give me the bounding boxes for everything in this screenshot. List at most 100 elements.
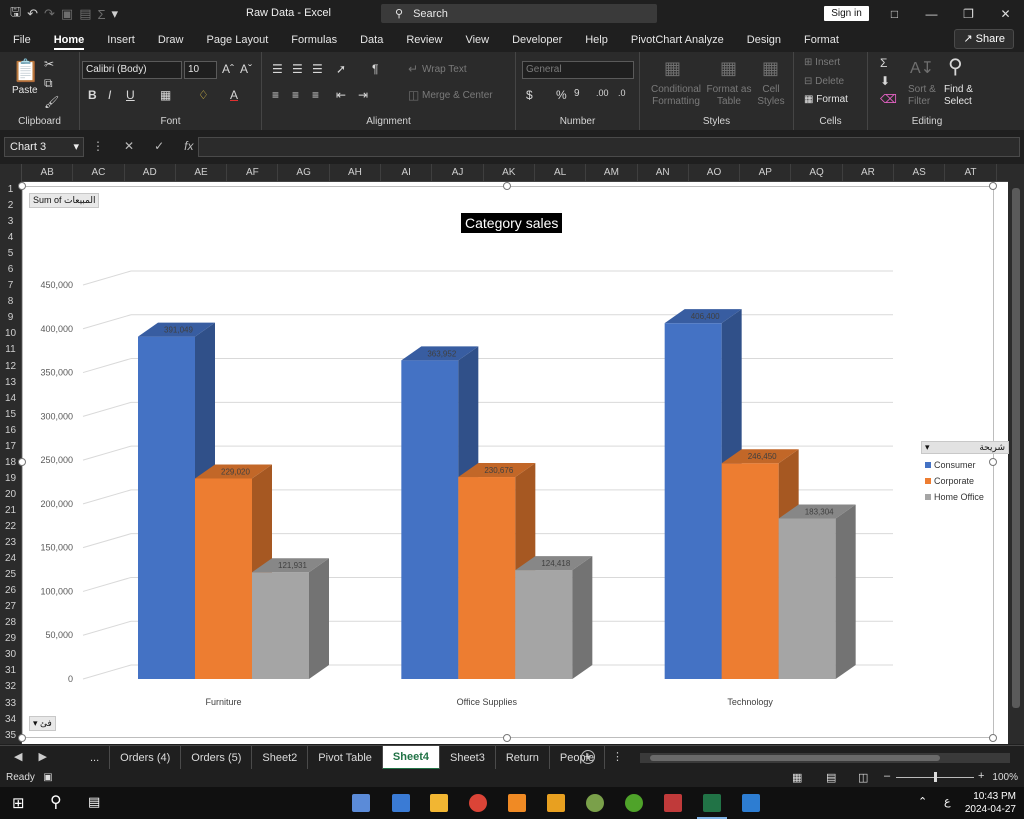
redo-icon[interactable]: ↷ [44,6,55,22]
camera-icon[interactable]: ▤ [79,6,91,22]
undo-icon[interactable]: ↶ [27,6,38,22]
decrease-indent-icon[interactable]: ⇤ [336,88,346,102]
ribbon-tab[interactable]: File [13,30,31,50]
align-top-icon[interactable]: ☰ [272,62,283,76]
legend-item[interactable]: Corporate [921,476,1009,486]
row-header[interactable]: 28 [0,615,21,631]
vectorizer-app-icon[interactable] [547,794,565,812]
ribbon-tab[interactable]: PivotChart Analyze [631,30,724,50]
row-header[interactable]: 16 [0,423,21,439]
increase-indent-icon[interactable]: ⇥ [358,88,368,102]
sheet-tab[interactable]: Sheet4 [382,746,440,770]
row-header[interactable]: 24 [0,551,21,567]
vertical-scrollbar[interactable] [1008,164,1024,744]
decrease-font-icon[interactable]: Aˇ [240,62,252,76]
column-header[interactable]: AC [73,164,125,181]
column-header[interactable]: AE [176,164,228,181]
row-header[interactable]: 13 [0,375,21,391]
calculator-app-icon[interactable] [352,794,370,812]
vlc-icon[interactable] [508,794,526,812]
row-header[interactable]: 31 [0,663,21,679]
zoom-level[interactable]: 100% [992,772,1018,783]
row-header[interactable]: 6 [0,262,21,278]
row-header[interactable]: 8 [0,294,21,310]
row-header[interactable]: 25 [0,567,21,583]
ribbon-tab[interactable]: View [465,30,489,50]
value-field-button[interactable]: Sum of المبيعات [29,193,100,208]
row-header[interactable]: 19 [0,471,21,487]
insert-function-icon[interactable]: fx [184,139,193,153]
scroll-left-icon[interactable]: ◀ [14,750,22,763]
chart-resize-handle[interactable] [18,182,26,190]
comma-style-icon[interactable]: 9 [574,88,580,99]
windows-start-icon[interactable]: ⊞ [12,794,25,812]
align-center-icon[interactable]: ≡ [292,88,299,102]
sheet-tab[interactable]: ... [80,746,111,770]
column-header[interactable]: AH [330,164,382,181]
column-header[interactable]: AM [586,164,638,181]
cancel-icon[interactable]: ✕ [124,139,134,153]
column-header[interactable]: AF [227,164,279,181]
fill-color-icon[interactable]: ♢ [198,88,209,102]
sheet-tab[interactable]: Orders (5) [181,746,253,770]
column-header[interactable]: AB [22,164,74,181]
insert-cells-button[interactable]: ⊞ Insert [804,57,840,68]
row-header[interactable]: 26 [0,583,21,599]
ribbon-tab[interactable]: Help [585,30,608,50]
restore-icon[interactable]: ❐ [950,0,987,28]
customize-toolbar-icon[interactable]: ▾ [112,6,119,22]
format-painter-icon[interactable]: 🖌 [44,95,59,109]
ribbon-tab[interactable]: Formulas [291,30,337,50]
cut-icon[interactable]: ✂ [44,57,54,71]
chart-title[interactable]: Category sales [461,213,563,233]
name-box[interactable]: Chart 3 ▾ [4,137,84,157]
ribbon-tab[interactable]: Review [406,30,442,50]
chevron-up-icon[interactable]: ⌃ [918,795,927,808]
more-icon[interactable]: ⋮ [92,139,104,153]
row-header[interactable]: 15 [0,407,21,423]
wrap-text-icon[interactable]: ↵ [408,62,418,76]
axis-field-button[interactable]: ▾ فئ [29,716,56,731]
row-header[interactable]: 10 [0,326,21,342]
italic-icon[interactable]: I [108,88,111,102]
page-layout-view-icon[interactable]: ▤ [826,771,836,784]
save-icon[interactable]: 🖫 [10,3,21,25]
align-bottom-icon[interactable]: ☰ [312,62,323,76]
copy-icon[interactable]: ⧉ [44,76,53,91]
horizontal-scroll-thumb[interactable] [650,755,940,761]
column-header[interactable]: AN [638,164,689,181]
vertical-scroll-thumb[interactable] [1012,188,1020,708]
row-header[interactable]: 34 [0,712,21,728]
chart-resize-handle[interactable] [18,734,26,742]
format-as-table-label[interactable]: Format as Table [706,84,752,108]
file-explorer-icon[interactable] [430,794,448,812]
excel-icon[interactable] [703,794,721,812]
column-header[interactable]: AI [381,164,433,181]
column-header[interactable]: AK [484,164,535,181]
column-header[interactable]: AG [278,164,330,181]
ribbon-tab[interactable]: Insert [107,30,135,50]
column-header[interactable]: AL [535,164,587,181]
delete-cells-button[interactable]: ⊟ Delete [804,76,844,87]
scroll-right-icon[interactable]: ▶ [38,750,46,763]
system-clock[interactable]: 10:43 PM 2024-04-27 [965,790,1016,816]
merge-center-label[interactable]: Merge & Center [422,90,493,101]
row-header[interactable]: 21 [0,503,21,519]
ribbon-display-icon[interactable]: □ [876,0,913,28]
horizontal-scrollbar[interactable] [640,753,1010,763]
format-as-table-icon[interactable]: ▦ [720,58,737,79]
row-header[interactable]: 5 [0,246,21,262]
legend-item[interactable]: Home Office [921,492,1009,502]
pen-app-icon[interactable] [742,794,760,812]
align-middle-icon[interactable]: ☰ [292,62,303,76]
ribbon-tab[interactable]: Page Layout [206,30,268,50]
enter-icon[interactable]: ✓ [154,139,164,153]
chart-legend[interactable]: ▾ شريحة Consumer Corporate Home Office [921,441,1009,502]
increase-font-icon[interactable]: Aˆ [222,62,234,76]
align-left-icon[interactable]: ≡ [272,88,279,102]
paste-icon[interactable]: 📋 [12,58,39,84]
zoom-out-icon[interactable]: – [884,770,890,782]
number-format-field[interactable]: General [522,61,634,79]
ribbon-tab[interactable]: Home [53,30,84,50]
cell-styles-label[interactable]: Cell Styles [754,84,788,108]
